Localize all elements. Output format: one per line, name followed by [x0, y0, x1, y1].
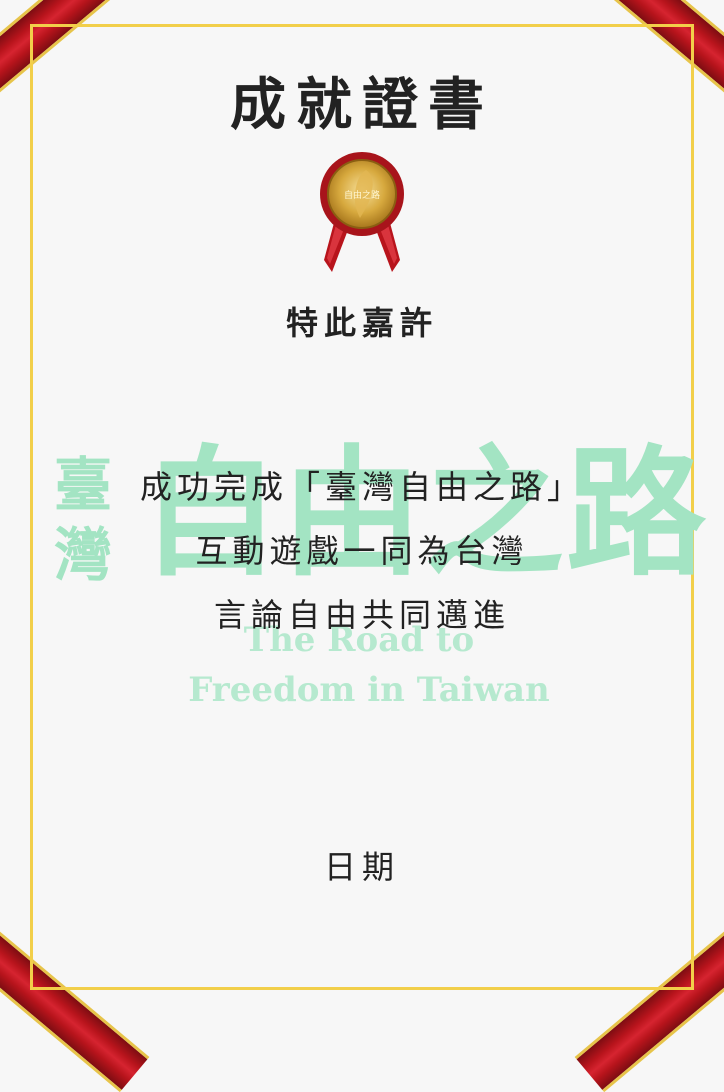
body-line-2: 互動遊戲一同為台灣: [195, 532, 529, 570]
certificate-title: 成就證書: [230, 72, 494, 138]
date-label: 日期: [323, 848, 400, 886]
body-line-3: 言論自由共同邁進: [213, 596, 510, 634]
commendation-text: 特此嘉許: [285, 304, 438, 342]
body-line-1: 成功完成「臺灣自由之路」: [139, 468, 584, 506]
gold-medal-icon: 自由之路: [320, 152, 404, 272]
watermark-english-line2: Freedom in Taiwan: [188, 670, 550, 710]
medal-text: 自由之路: [344, 189, 380, 201]
